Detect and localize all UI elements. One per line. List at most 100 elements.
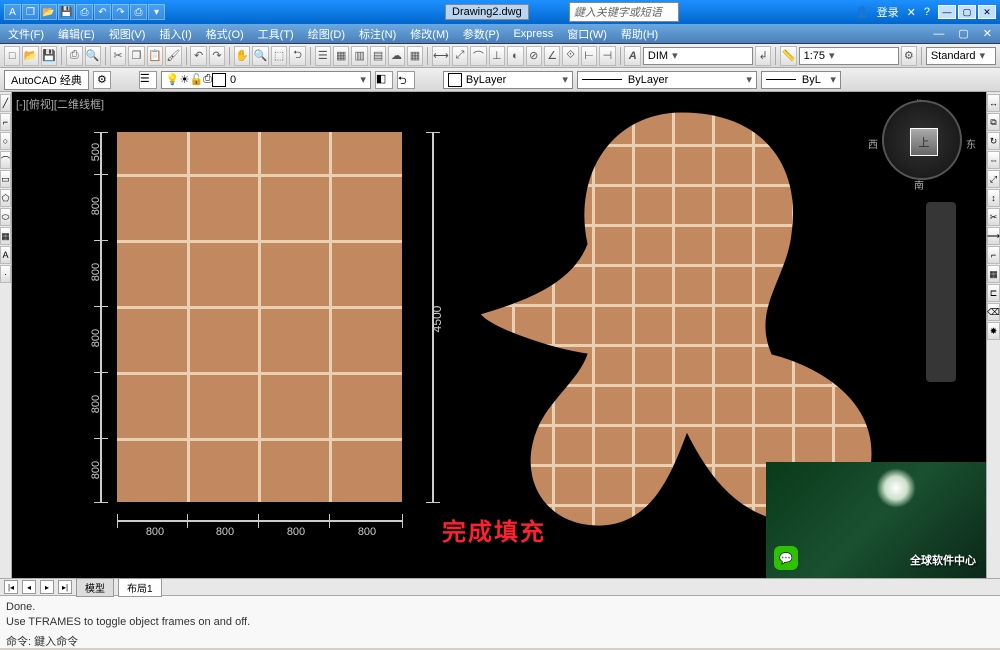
exchange-icon[interactable]: ✕ [907,6,916,19]
dcenter-button[interactable]: ▦ [333,46,349,66]
dim-quick-button[interactable]: ⟐ [562,46,578,66]
dimstyle-btn[interactable]: ↲ [755,46,771,66]
toolpal-button[interactable]: ▥ [351,46,367,66]
rect-tool[interactable]: ▭ [0,170,11,188]
new-icon[interactable]: ❐ [22,4,39,20]
print-icon[interactable]: ⎙ [130,4,147,20]
properties-button[interactable]: ☰ [315,46,331,66]
undo-icon[interactable]: ↶ [94,4,111,20]
workspace-label[interactable]: AutoCAD 经典 [4,70,89,90]
minimize-button[interactable]: — [938,5,956,19]
user-icon[interactable]: 👤 [855,6,869,19]
menu-help[interactable]: 帮助(H) [621,26,658,42]
copy-button[interactable]: ❐ [128,46,144,66]
menu-express[interactable]: Express [513,28,553,40]
scale-tool[interactable]: ⤢ [987,170,1000,188]
maximize-button[interactable]: ▢ [958,5,976,19]
circle-tool[interactable]: ○ [0,132,11,150]
text-tool[interactable]: A [0,246,11,264]
command-line[interactable]: Done. Use TFRAMES to toggle object frame… [0,596,1000,648]
rotate-tool[interactable]: ↻ [987,132,1000,150]
tab-next-button[interactable]: ▸ [40,580,54,594]
pan-button[interactable]: ✋ [234,46,250,66]
tab-layout1[interactable]: 布局1 [118,578,162,597]
point-tool[interactable]: · [0,265,11,283]
undo-button[interactable]: ↶ [190,46,206,66]
viewcube-compass[interactable]: 上 [882,100,962,180]
doc-max-icon[interactable]: ▢ [958,27,968,40]
linetype-combo[interactable]: ByLayer [577,71,757,89]
saveas-icon[interactable]: ⎙ [76,4,93,20]
dim-aligned-button[interactable]: ⤢ [452,46,468,66]
dim-base-button[interactable]: ⊢ [581,46,597,66]
arc-tool[interactable]: ⌒ [0,151,11,169]
paste-button[interactable]: 📋 [147,46,163,66]
line-tool[interactable]: ╱ [0,94,11,112]
save-icon[interactable]: 💾 [58,4,75,20]
drawing-canvas[interactable]: [-][俯视][二维线框] 北 上 南 西 东 [12,92,986,578]
open-icon[interactable]: 📂 [40,4,57,20]
dim-arc-button[interactable]: ⌒ [470,46,486,66]
tab-first-button[interactable]: |◂ [4,580,18,594]
explode-tool[interactable]: ✸ [987,322,1000,340]
help-search-input[interactable]: 鍵入关键字或短语 [569,2,679,22]
menu-insert[interactable]: 插入(I) [159,26,191,42]
dim-ang-button[interactable]: ∠ [544,46,560,66]
open-button[interactable]: 📂 [22,46,38,66]
dim-cont-button[interactable]: ⊣ [599,46,615,66]
menu-window[interactable]: 窗口(W) [567,26,607,42]
workspace-gear-icon[interactable]: ⚙ [93,71,111,89]
mirror-tool[interactable]: ⇔ [987,151,1000,169]
plot-button[interactable]: ⎙ [66,46,82,66]
doc-min-icon[interactable]: — [933,28,944,40]
menu-view[interactable]: 视图(V) [109,26,146,42]
erase-tool[interactable]: ⌫ [987,303,1000,321]
tab-last-button[interactable]: ▸| [58,580,72,594]
color-combo[interactable]: ByLayer [443,71,573,89]
preview-button[interactable]: 🔍 [85,46,101,66]
menu-dimension[interactable]: 标注(N) [359,26,396,42]
login-link[interactable]: 登录 [877,4,899,20]
text-button[interactable]: A [624,46,640,66]
ellipse-tool[interactable]: ⬭ [0,208,11,226]
poly-tool[interactable]: ⬠ [0,189,11,207]
match-button[interactable]: 🖌 [165,46,181,66]
textstyle-combo[interactable]: Standard [926,47,996,65]
zoom-window-button[interactable]: ⬚ [271,46,287,66]
new-button[interactable]: □ [4,46,20,66]
trim-tool[interactable]: ✂ [987,208,1000,226]
layer-combo[interactable]: 💡 ☀ 🔓 ⎙ 0 [161,71,371,89]
redo-button[interactable]: ↷ [209,46,225,66]
layer-prev-button[interactable]: ⮌ [397,71,415,89]
save-button[interactable]: 💾 [41,46,57,66]
move-tool[interactable]: ↔ [987,94,1000,112]
close-button[interactable]: ✕ [978,5,996,19]
menu-parametric[interactable]: 参数(P) [463,26,500,42]
array-tool[interactable]: ▦ [987,265,1000,283]
annoscale-btn[interactable]: ⚙ [901,46,917,66]
sheetset-button[interactable]: ▤ [370,46,386,66]
dim-ord-button[interactable]: ⊥ [489,46,505,66]
layer-iso-button[interactable]: ◧ [375,71,393,89]
dim-rad-button[interactable]: ◐ [507,46,523,66]
hatch-tool[interactable]: ▦ [0,227,11,245]
annoscale-combo[interactable]: 1:75 [799,47,899,65]
help-icon[interactable]: ? [924,6,930,18]
measure-button[interactable]: 📏 [780,46,796,66]
menu-draw[interactable]: 绘图(D) [308,26,345,42]
menu-modify[interactable]: 修改(M) [410,26,449,42]
extend-tool[interactable]: ⟶ [987,227,1000,245]
viewcube-top-face[interactable]: 上 [910,128,938,156]
offset-tool[interactable]: ⊏ [987,284,1000,302]
doc-close-icon[interactable]: ✕ [983,27,992,40]
fillet-tool[interactable]: ⌐ [987,246,1000,264]
menu-edit[interactable]: 编辑(E) [58,26,95,42]
cmd-prompt[interactable]: 命令: 鍵入命令 [6,635,994,650]
app-menu-icon[interactable]: A [4,4,21,20]
dim-linear-button[interactable]: ⟷ [432,46,450,66]
dimstyle-combo[interactable]: DIM [643,47,753,65]
dim-dia-button[interactable]: ⊘ [526,46,542,66]
tab-prev-button[interactable]: ◂ [22,580,36,594]
tab-model[interactable]: 模型 [76,578,114,597]
navigation-bar[interactable] [926,202,956,382]
